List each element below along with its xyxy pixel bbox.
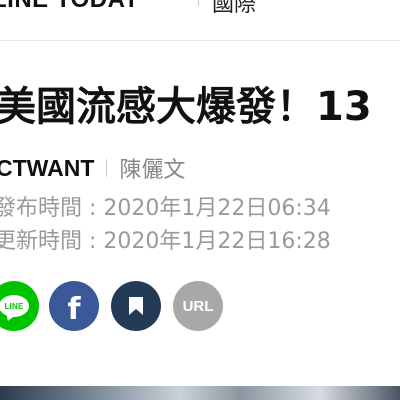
line-today-logo[interactable]: LINE TODAY [0, 0, 140, 14]
byline: CTWANT 陳儷文 [0, 153, 186, 184]
line-icon-label: LINE [4, 301, 24, 311]
publisher-name[interactable]: CTWANT [0, 155, 94, 182]
copy-url-button[interactable]: URL [173, 281, 223, 331]
bookmark-icon [129, 297, 143, 315]
share-facebook-button[interactable]: f [49, 281, 99, 331]
bookmark-button[interactable] [111, 281, 161, 331]
top-nav-bar: LINE TODAY 國際 [0, 0, 400, 41]
line-icon: LINE [0, 295, 29, 317]
facebook-icon: f [67, 292, 81, 327]
link-icon: URL [182, 297, 214, 315]
published-time: 發布時間 : 2020年1月22日06:34 [0, 196, 331, 221]
article-title: 美國流感大爆發！13 [0, 84, 372, 130]
byline-divider [106, 159, 108, 177]
author-name: 陳儷文 [119, 158, 186, 183]
share-line-button[interactable]: LINE [0, 281, 39, 331]
nav-divider [198, 0, 199, 6]
updated-time: 更新時間 : 2020年1月22日16:28 [0, 229, 331, 254]
section-title[interactable]: 國際 [212, 0, 256, 18]
hero-image [0, 386, 400, 400]
